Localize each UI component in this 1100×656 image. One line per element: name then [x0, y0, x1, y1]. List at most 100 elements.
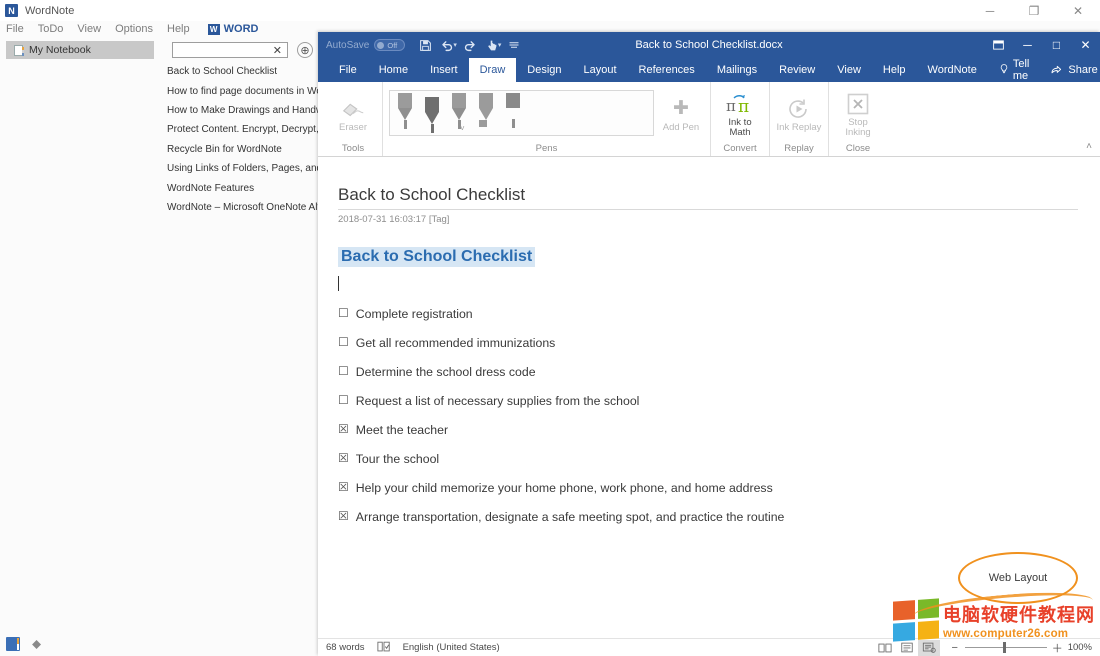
pen-5-pencil[interactable]	[504, 93, 522, 128]
stop-inking-label: Stop Inking	[835, 118, 881, 139]
tab-mailings[interactable]: Mailings	[706, 58, 768, 82]
checkbox-checked-icon[interactable]: ☒	[338, 452, 349, 466]
tab-view[interactable]: View	[826, 58, 872, 82]
language-indicator[interactable]: English (United States)	[403, 642, 500, 653]
menu-item-help[interactable]: Help	[167, 23, 190, 35]
search-box[interactable]: ✕	[172, 42, 288, 58]
word-maximize-button[interactable]: □	[1042, 32, 1071, 58]
checkbox-checked-icon[interactable]: ☒	[338, 481, 349, 495]
checklist-item[interactable]: ☒ Help your child memorize your home pho…	[338, 481, 1078, 495]
tab-draw[interactable]: Draw	[469, 58, 517, 82]
wordnote-close-button[interactable]: ✕	[1056, 0, 1100, 21]
customize-qat-icon[interactable]	[503, 34, 525, 56]
autosave-switch[interactable]: Off	[374, 39, 405, 51]
checkbox-unchecked-icon[interactable]: ☐	[338, 365, 349, 379]
zoom-slider-track[interactable]	[965, 647, 1047, 648]
checkbox-checked-icon[interactable]: ☒	[338, 510, 349, 524]
save-icon[interactable]	[414, 34, 436, 56]
checkbox-unchecked-icon[interactable]: ☐	[338, 394, 349, 408]
undo-dropdown-icon[interactable]: ▾	[453, 41, 457, 49]
ink-replay-button[interactable]: Ink Replay	[776, 93, 822, 134]
tab-insert[interactable]: Insert	[419, 58, 469, 82]
ribbon-group-label-convert: Convert	[723, 142, 756, 156]
pen-1[interactable]	[396, 93, 414, 129]
list-item[interactable]: Back to School Checklist	[160, 62, 318, 81]
checklist-item[interactable]: ☐ Complete registration	[338, 307, 1078, 321]
ribbon-group-convert-body: ππ Ink to Math	[717, 82, 763, 142]
checklist-item[interactable]: ☒ Arrange transportation, designate a sa…	[338, 510, 1078, 524]
checkbox-unchecked-icon[interactable]: ☐	[338, 336, 349, 350]
eraser-button[interactable]: Eraser	[330, 93, 376, 134]
add-pen-button[interactable]: ✚ Add Pen	[658, 93, 704, 134]
tag-icon[interactable]: ⬥	[32, 637, 46, 651]
add-page-button[interactable]: ⊕	[297, 42, 313, 58]
autosave-toggle[interactable]: AutoSave Off	[326, 39, 405, 51]
ribbon-group-close: Stop Inking Close	[829, 82, 887, 156]
list-item[interactable]: WordNote – Microsoft OneNote Alternative	[160, 198, 318, 217]
tab-wordnote[interactable]: WordNote	[917, 58, 988, 82]
notebook-view-icon[interactable]	[6, 637, 20, 651]
tab-home[interactable]: Home	[368, 58, 419, 82]
tab-design[interactable]: Design	[516, 58, 572, 82]
stop-inking-button[interactable]: Stop Inking	[835, 88, 881, 139]
menu-item-view[interactable]: View	[77, 23, 101, 35]
zoom-level-label[interactable]: 100%	[1068, 642, 1092, 653]
pen-2-selected[interactable]	[423, 97, 441, 133]
word-close-button[interactable]: ✕	[1071, 32, 1100, 58]
chevron-down-icon[interactable]: ˅	[460, 124, 465, 133]
touch-mode-dropdown-icon[interactable]: ▾	[498, 41, 502, 49]
ribbon-tab-bar: File Home Insert Draw Design Layout Refe…	[318, 58, 1100, 82]
checklist-item[interactable]: ☐ Request a list of necessary supplies f…	[338, 394, 1078, 408]
close-icon	[846, 91, 870, 117]
ink-to-math-button[interactable]: ππ Ink to Math	[717, 88, 763, 139]
annotation-label: Web Layout	[989, 572, 1048, 584]
list-item[interactable]: WordNote Features	[160, 178, 318, 197]
redo-icon[interactable]	[459, 34, 481, 56]
checklist-item[interactable]: ☐ Determine the school dress code	[338, 365, 1078, 379]
tell-me-label: Tell me	[1013, 58, 1030, 82]
list-item[interactable]: How to Make Drawings and Handwriting	[160, 101, 318, 120]
wordnote-logo-icon: N	[5, 4, 18, 17]
share-button[interactable]: Share	[1040, 58, 1100, 82]
menu-item-options[interactable]: Options	[115, 23, 153, 35]
tab-review[interactable]: Review	[768, 58, 826, 82]
menu-item-todo[interactable]: ToDo	[38, 23, 64, 35]
checklist-item[interactable]: ☒ Tour the school	[338, 452, 1078, 466]
ribbon-group-tools-body: Eraser	[330, 82, 376, 142]
watermark: 电脑软硬件教程网 www.computer26.com	[893, 597, 1098, 643]
wordnote-minimize-button[interactable]: ─	[968, 0, 1012, 21]
list-item[interactable]: Protect Content. Encrypt, Decrypt, View	[160, 120, 318, 139]
collapse-ribbon-icon[interactable]: ˄	[1086, 141, 1092, 152]
svg-text:π: π	[738, 97, 749, 116]
notebook-tab-my-notebook[interactable]: My Notebook	[6, 41, 154, 59]
word-launch-link[interactable]: W WORD	[208, 23, 259, 35]
checkbox-unchecked-icon[interactable]: ☐	[338, 307, 349, 321]
clear-search-icon[interactable]: ✕	[271, 44, 284, 57]
tab-file[interactable]: File	[328, 58, 368, 82]
list-item[interactable]: Recycle Bin for WordNote	[160, 140, 318, 159]
list-item[interactable]: How to find page documents in WordNote	[160, 81, 318, 100]
tab-references[interactable]: References	[628, 58, 706, 82]
search-input[interactable]	[176, 44, 271, 57]
zoom-out-button[interactable]: −	[950, 642, 960, 654]
pen-4-highlighter[interactable]	[477, 93, 495, 127]
proofing-icon[interactable]	[377, 641, 391, 655]
checklist-item[interactable]: ☐ Get all recommended immunizations	[338, 336, 1078, 350]
checklist-item[interactable]: ☒ Meet the teacher	[338, 423, 1078, 437]
tell-me-box[interactable]: Tell me	[988, 58, 1041, 82]
word-minimize-button[interactable]: ─	[1013, 32, 1042, 58]
zoom-slider-thumb[interactable]	[1003, 642, 1006, 653]
tab-layout[interactable]: Layout	[573, 58, 628, 82]
ribbon-group-pens-body: ˅ ✚ Add Pen	[389, 82, 704, 142]
ribbon-display-options-button[interactable]	[984, 32, 1013, 58]
pen-3[interactable]	[450, 93, 468, 129]
document-page: Back to School Checklist 2018-07-31 16:0…	[318, 157, 1100, 524]
word-count[interactable]: 68 words	[326, 642, 365, 653]
list-item[interactable]: Using Links of Folders, Pages, and Parag…	[160, 159, 318, 178]
wordnote-restore-button[interactable]: ❐	[1012, 0, 1056, 21]
share-icon	[1050, 63, 1063, 78]
checkbox-checked-icon[interactable]: ☒	[338, 423, 349, 437]
pens-gallery[interactable]: ˅	[389, 90, 654, 136]
menu-item-file[interactable]: File	[6, 23, 24, 35]
tab-help[interactable]: Help	[872, 58, 917, 82]
